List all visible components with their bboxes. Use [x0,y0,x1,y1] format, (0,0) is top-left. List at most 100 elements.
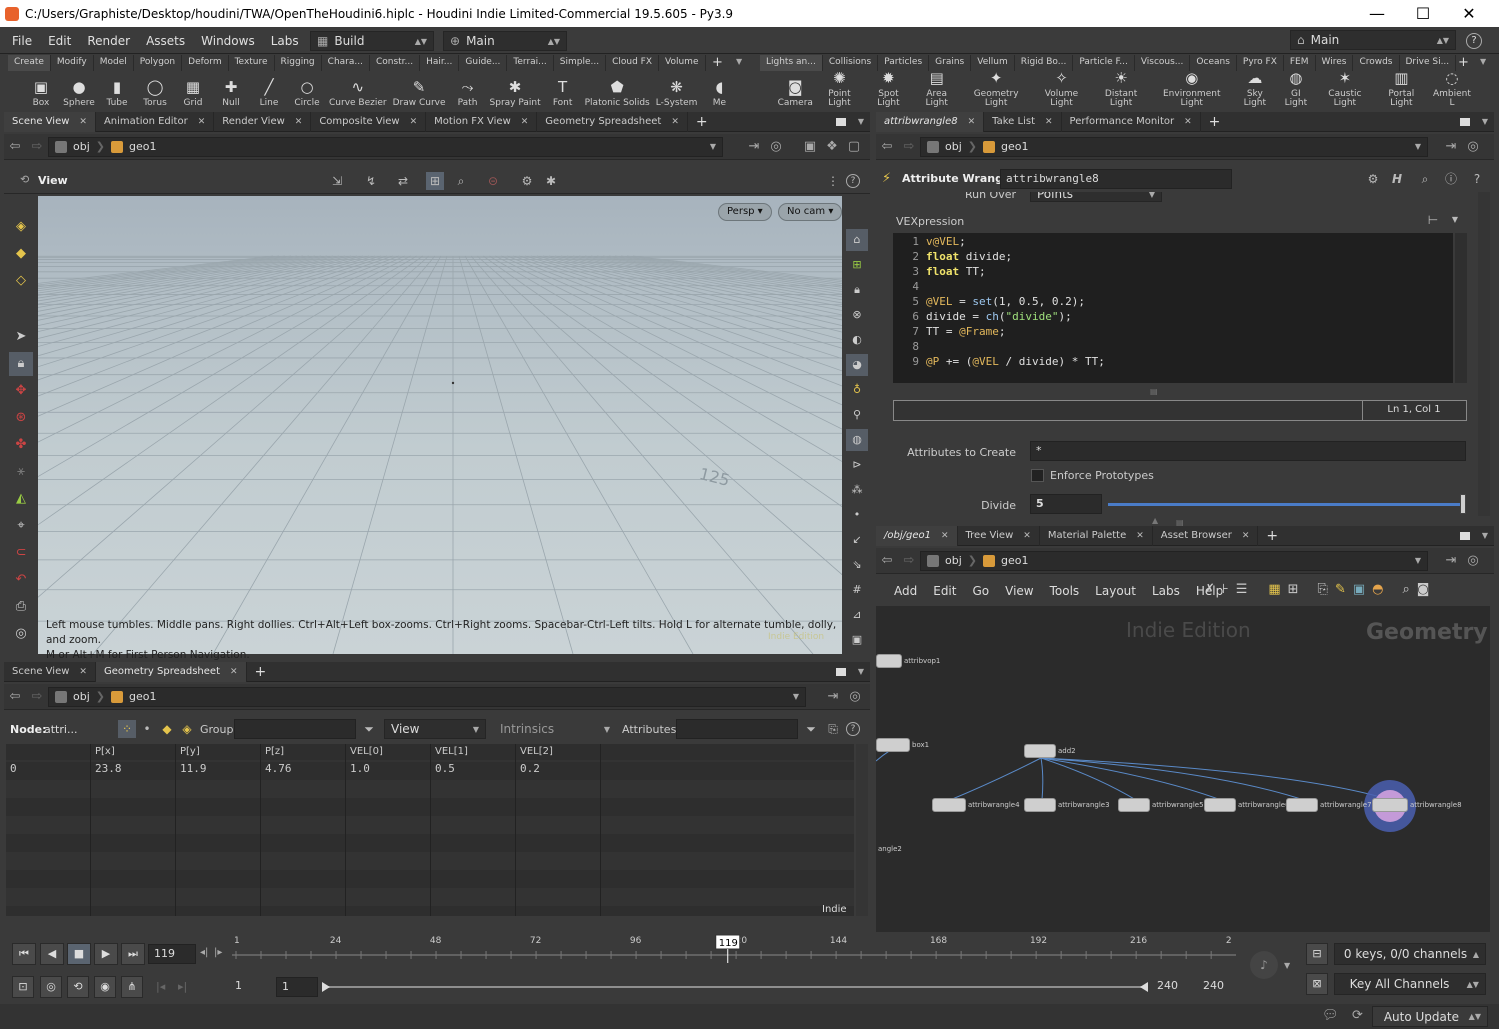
forward-arrow-icon[interactable]: ⇨ [898,553,920,568]
lock-camera-icon[interactable]: 🔒︎ [846,279,868,301]
link-icon[interactable]: ◎ [1462,553,1484,568]
no-entry-icon[interactable]: ⊝ [484,172,502,190]
transform-mode-icon[interactable]: ↯ [362,172,380,190]
keys-icon[interactable]: ⊟ [1306,943,1328,965]
rig-tool-icon[interactable]: ✤ [9,433,33,457]
params-scrollbar[interactable] [1478,192,1490,516]
lighting-icon[interactable]: ◕ [846,354,868,376]
path-field[interactable]: obj ❯ geo1 ▼ [48,136,723,157]
snapping-icon[interactable]: ⊞ [426,172,444,190]
shelf-tool-font[interactable]: T Font [544,72,582,110]
snapshot-icon[interactable]: ▢ [843,139,865,154]
jump-end-button[interactable]: ⏭ [121,943,145,965]
shelf-tool-torus[interactable]: ◯ Torus [136,72,174,110]
add-tab-icon[interactable]: + [1258,528,1286,544]
vector-icon[interactable]: ↙ [846,529,868,551]
spreadsheet-scrollbar[interactable] [856,744,868,916]
pane-tab[interactable]: Asset Browser ✕ [1153,525,1259,546]
pane-tab[interactable]: Performance Monitor ✕ [1062,111,1201,132]
brush-icon[interactable]: ↶ [9,568,33,592]
range-end-handle[interactable] [1140,982,1148,992]
shelf-tool-ambient-l[interactable]: ◌ Ambient L [1428,69,1476,110]
search-icon[interactable]: ⌕ [1416,170,1434,188]
path-field[interactable]: obj ❯ geo1 ▼ [920,136,1428,157]
resize-handle-icon[interactable]: ▤ [1150,387,1158,396]
viewport-options-icon[interactable]: ⋮ [824,172,842,190]
node-attribwrangle7[interactable] [1286,798,1318,812]
select-mode-icon[interactable]: ⇲ [328,172,346,190]
shelf-tab[interactable]: Deform [182,55,229,71]
back-arrow-icon[interactable]: ⇦ [4,139,26,154]
sim-toggle[interactable]: ⋔ [121,976,143,998]
loop-toggle[interactable]: ⟲ [67,976,89,998]
display-icon[interactable]: ▣ [799,139,821,154]
spreadsheet-column-header[interactable] [6,744,91,760]
vertices-mode-icon[interactable]: • [138,720,156,738]
info-icon[interactable]: ⓘ [1442,170,1460,188]
shelf-tab[interactable]: Terrai... [507,55,554,71]
close-tab-icon[interactable]: ✕ [79,112,87,132]
link-icon[interactable]: ◎ [844,689,866,704]
shelf-tool-volume-light[interactable]: ✧ Volume Light [1031,69,1091,110]
keys-channels-combo[interactable]: 0 keys, 0/0 channels ▲ [1334,943,1486,965]
network-menu-go[interactable]: Go [964,584,997,598]
arrow-select-icon[interactable]: ➤ [9,325,33,349]
key-prev-icon[interactable]: |◂ [156,980,165,993]
spreadsheet-column-header[interactable]: P[x] [91,744,176,760]
spreadsheet-column-header[interactable]: P[z] [261,744,346,760]
normal-icon[interactable]: ⇘ [846,554,868,576]
camera-flag-icon[interactable]: ⚙ [518,172,536,190]
menu-render[interactable]: Render [79,34,138,48]
stop-button[interactable]: ■ [67,943,91,965]
shelf-tab[interactable]: Cloud FX [606,55,660,71]
audio-toggle[interactable]: ◎ [40,976,62,998]
pane-tab[interactable]: /obj/geo1 ✕ [876,525,958,546]
bulb-icon[interactable]: ⚲ [846,404,868,426]
shelf-tab[interactable]: Texture [229,55,275,71]
chevron-down-icon[interactable]: ▼ [858,117,864,126]
spreadsheet-column-header[interactable]: VEL[2] [516,744,601,760]
node-attribwrangle6[interactable] [1204,798,1236,812]
shelf-tab[interactable]: Rigging [275,55,322,71]
intrinsics-combo[interactable]: Intrinsics ▼ [494,719,616,739]
start-frame-field[interactable]: 1 [230,977,272,997]
chevron-down-icon[interactable]: ▼ [1482,531,1488,540]
chevron-down-icon[interactable]: ▼ [1482,117,1488,126]
grid-view-icon[interactable]: ▦ [1268,582,1280,597]
desktop-combo[interactable]: ▦ Build ▲▼ [310,31,434,51]
pane-tab[interactable]: Tree View ✕ [958,525,1040,546]
divide-slider-handle[interactable] [1460,494,1466,514]
pin-icon[interactable]: ⇥ [743,139,765,154]
add-tab-icon[interactable]: + [1201,114,1229,130]
pane-tab[interactable]: Composite View ✕ [311,111,427,132]
forward-arrow-icon[interactable]: ⇨ [26,689,48,704]
tree-icon[interactable]: ⊦ [1222,582,1229,597]
node-attribwrangle3[interactable] [1024,798,1056,812]
resize-handle-icon[interactable]: ▤ [1176,518,1184,527]
pin-icon[interactable]: ⇥ [1440,139,1462,154]
close-tab-icon[interactable]: ✕ [1023,526,1031,546]
pane-tab[interactable]: Render View ✕ [214,111,312,132]
shelf-tool-draw-curve[interactable]: ✎ Draw Curve [390,72,449,110]
shelf-tool-box[interactable]: ▣ Box [22,72,60,110]
divide-slider-track[interactable] [1108,503,1464,506]
minimize-button[interactable]: — [1354,0,1400,27]
close-tab-icon[interactable]: ✕ [230,662,238,682]
options-icon[interactable]: ⎘ [824,720,842,738]
step-back-icon[interactable]: ◂| [200,947,208,958]
close-tab-icon[interactable]: ✕ [1045,112,1053,132]
shelf-tab[interactable]: Simple... [554,55,607,71]
shelf-tool-portal-light[interactable]: ▥ Portal Light [1375,69,1428,110]
node-attribvop1[interactable] [876,654,902,668]
play-reverse-button[interactable]: ◀ [40,943,64,965]
divide-field[interactable]: 5 [1030,494,1102,514]
cook-icon[interactable]: ◓ [1372,582,1383,597]
close-tab-icon[interactable]: ✕ [521,112,529,132]
snapshot-icon[interactable]: ▣ [846,629,868,651]
handle-mode-icon[interactable]: ⇄ [394,172,412,190]
shelf-tool-caustic-light[interactable]: ✶ Caustic Light [1315,69,1375,110]
ghost-icon[interactable]: ⊗ [846,304,868,326]
network-editor[interactable]: Indie Edition Geometry attribvop1 box1 add… [876,606,1490,932]
add-shelf-icon[interactable]: + [1458,55,1469,70]
close-tab-icon[interactable]: ✕ [1184,112,1192,132]
